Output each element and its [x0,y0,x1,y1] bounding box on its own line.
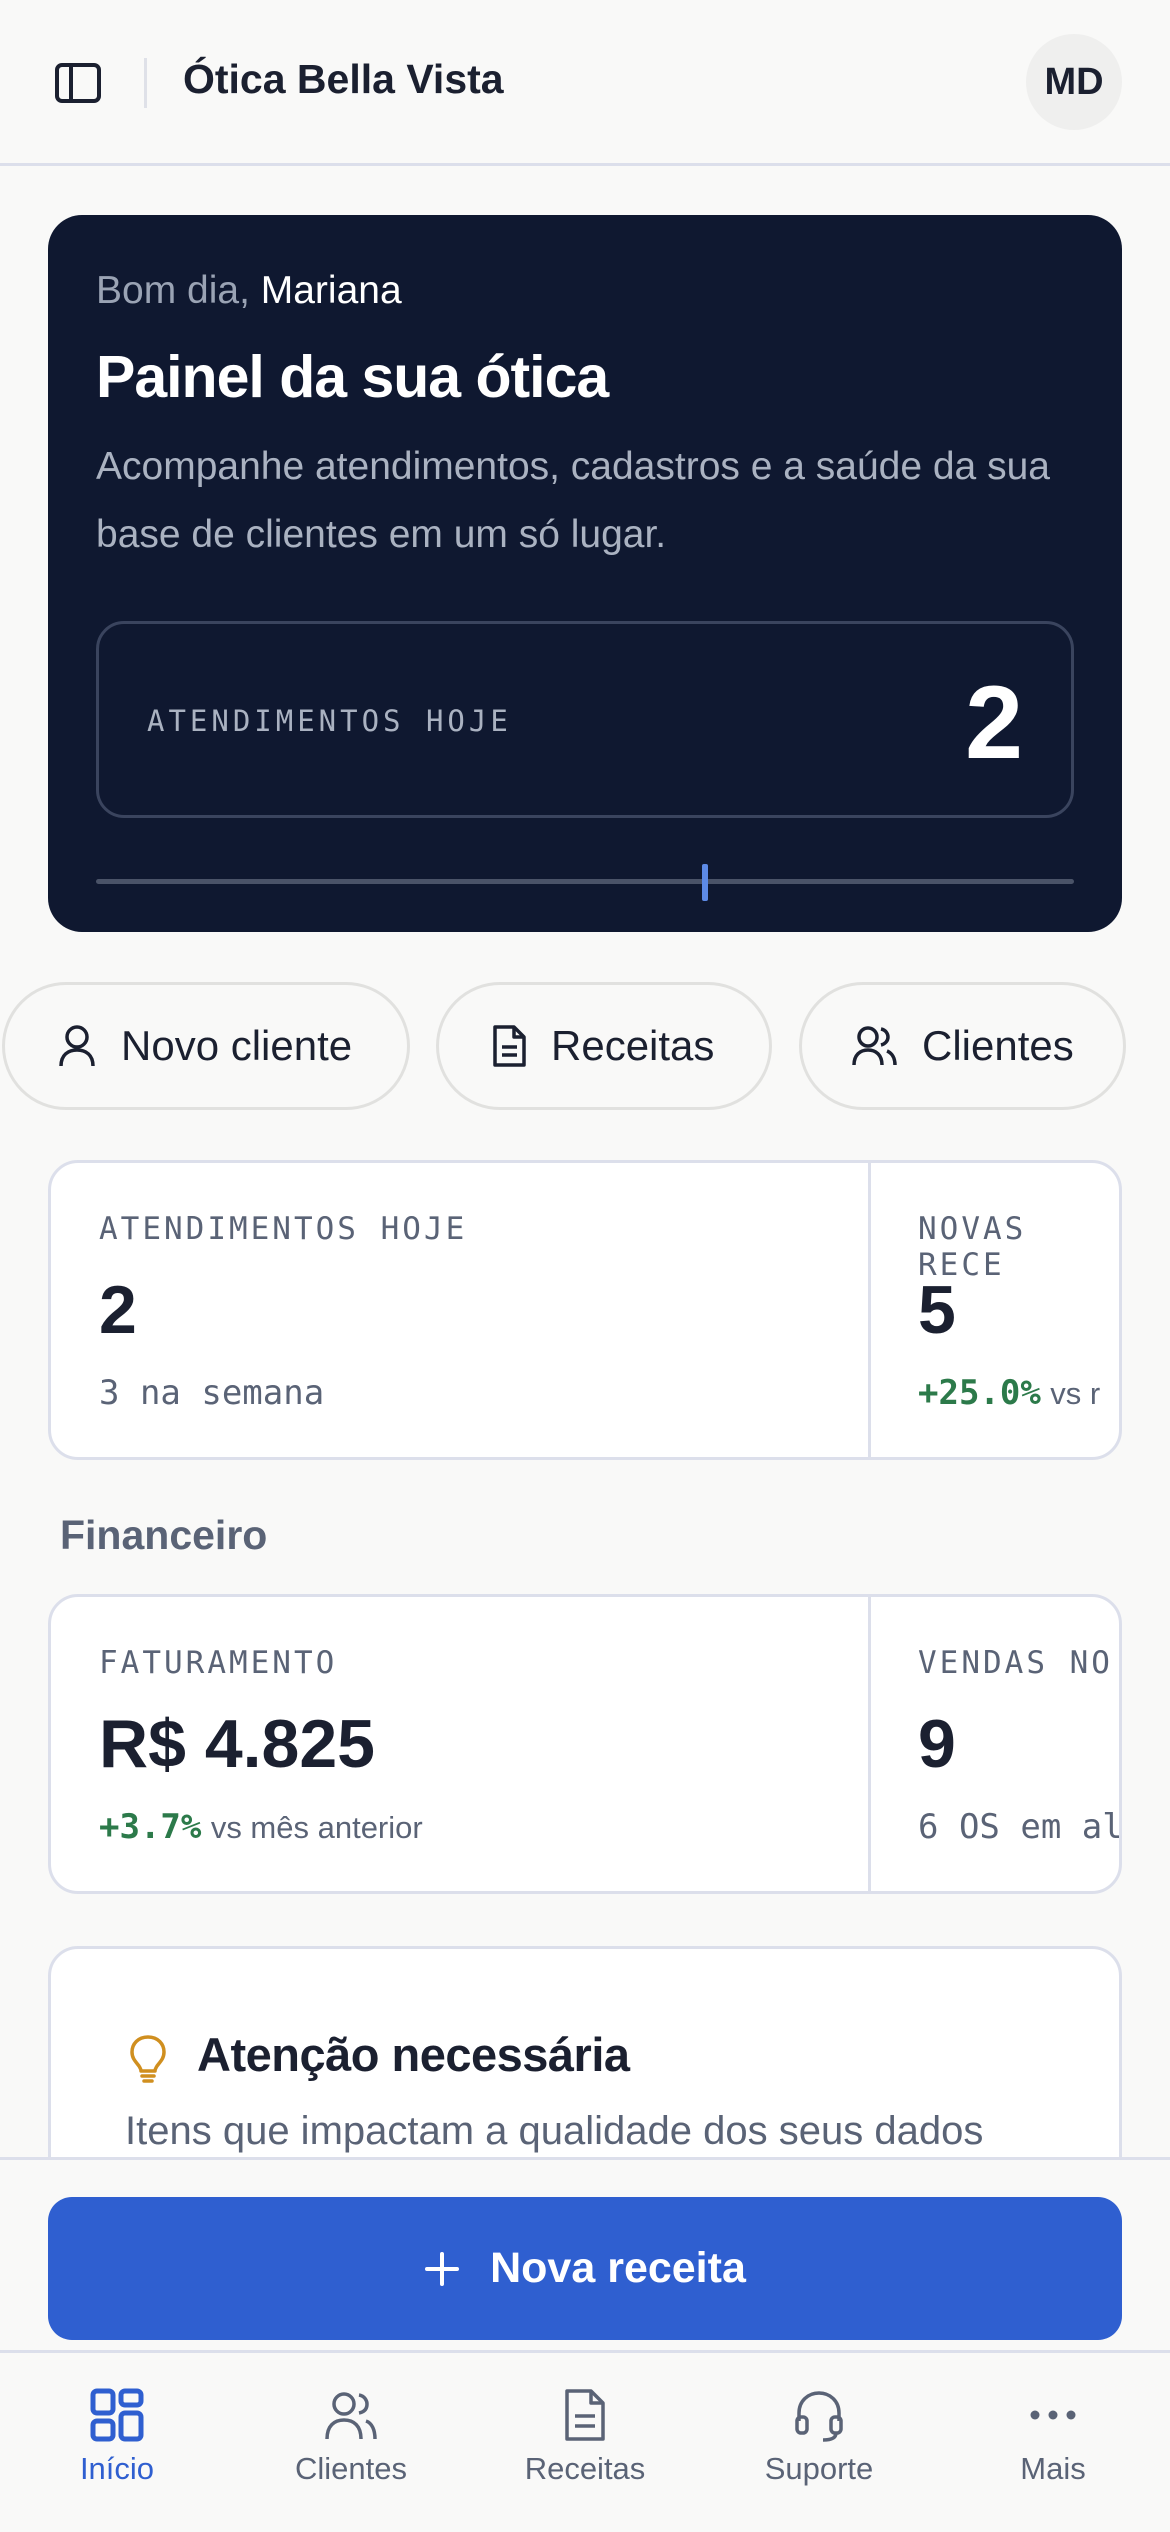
clients-chip[interactable]: Clientes [799,982,1126,1110]
app-screen: Ótica Bella Vista MD Bom dia, Mariana Pa… [0,0,1170,2532]
tab-prescriptions[interactable]: Receitas [485,2387,685,2487]
sidebar-toggle-icon[interactable] [54,62,102,104]
brand-title: Ótica Bella Vista [183,56,504,102]
dashboard-icon [90,2388,144,2442]
hero-progress-marker [702,864,708,901]
metric-sub: 3 na semana [99,1373,325,1413]
prescriptions-chip[interactable]: Receitas [436,982,772,1110]
tab-label: Clientes [295,2451,407,2486]
metric-value: 9 [918,1706,956,1782]
metric-sub: +25.0% vs r [918,1373,1100,1413]
metric-value: 5 [918,1272,956,1348]
new-client-chip[interactable]: Novo cliente [2,982,410,1110]
tab-label: Suporte [764,2451,874,2486]
headset-icon [795,2391,843,2442]
more-icon [1030,2410,1076,2420]
chip-label: Novo cliente [121,1022,353,1069]
tab-clients[interactable]: Clientes [251,2387,451,2487]
users-icon [325,2392,377,2440]
finance-section-title: Financeiro [60,1512,268,1558]
tab-support[interactable]: Suporte [719,2387,919,2487]
metric-value: 2 [99,1272,137,1348]
user-icon [59,1025,95,1067]
tab-home[interactable]: Início [17,2387,217,2487]
hero-stat-box: ATENDIMENTOS HOJE 2 [96,621,1074,818]
hero-subtitle: Acompanhe atendimentos, cadastros e a sa… [96,445,1050,556]
hero-card: Bom dia, Mariana Painel da sua ótica Aco… [48,215,1122,932]
card-divider [868,1597,871,1891]
cta-area: Nova receita [0,2157,1170,2350]
hero-progress-track [96,879,1074,884]
chip-label: Receitas [551,1022,715,1069]
chip-label: Clientes [922,1022,1074,1069]
metric-sub: 6 OS em al [918,1807,1122,1847]
metric-label: VENDAS NO [918,1645,1113,1681]
metric-vs: vs mês anterior [210,1810,423,1845]
finance-carousel[interactable]: FATURAMENTO R$ 4.825 +3.7% vs mês anteri… [48,1594,1122,1894]
tab-label: Receitas [524,2451,646,2486]
new-prescription-button[interactable]: Nova receita [48,2197,1122,2340]
hero-stat-label: ATENDIMENTOS HOJE [147,704,512,738]
user-name: Mariana [260,269,402,312]
avatar[interactable]: MD [1026,34,1122,130]
tab-label: Início [79,2451,155,2486]
metric-label: ATENDIMENTOS HOJE [99,1211,468,1247]
document-icon [565,2389,605,2441]
bottom-tab-bar: Início Clientes Receitas Suporte Mais [0,2350,1170,2532]
attention-subtitle: Itens que impactam a qualidade dos seus … [125,2109,984,2153]
metrics-carousel[interactable]: ATENDIMENTOS HOJE 2 3 na semana NOVAS RE… [48,1160,1122,1460]
topbar-divider [144,58,147,108]
metric-value: R$ 4.825 [99,1706,375,1782]
tab-label: Mais [1020,2451,1086,2486]
metric-vs: vs r [1050,1376,1101,1411]
card-divider [868,1163,871,1457]
cta-label: Nova receita [490,2244,746,2292]
hero-stat-value: 2 [965,665,1023,781]
lightbulb-icon [130,2035,166,2083]
metric-delta: +25.0% [918,1373,1041,1413]
hero-title: Painel da sua ótica [96,344,609,410]
top-bar: Ótica Bella Vista MD [0,0,1170,166]
tab-more[interactable]: Mais [953,2387,1153,2487]
plus-icon [425,2251,460,2286]
users-icon [852,1026,897,1066]
document-icon [493,1025,526,1067]
metric-sub: +3.7% vs mês anterior [99,1807,423,1847]
greeting-prefix: Bom dia, [96,269,250,312]
metric-label: FATURAMENTO [99,1645,338,1681]
attention-title: Atenção necessária [197,2028,630,2081]
metric-delta: +3.7% [99,1807,202,1847]
greeting: Bom dia, Mariana [96,269,402,313]
